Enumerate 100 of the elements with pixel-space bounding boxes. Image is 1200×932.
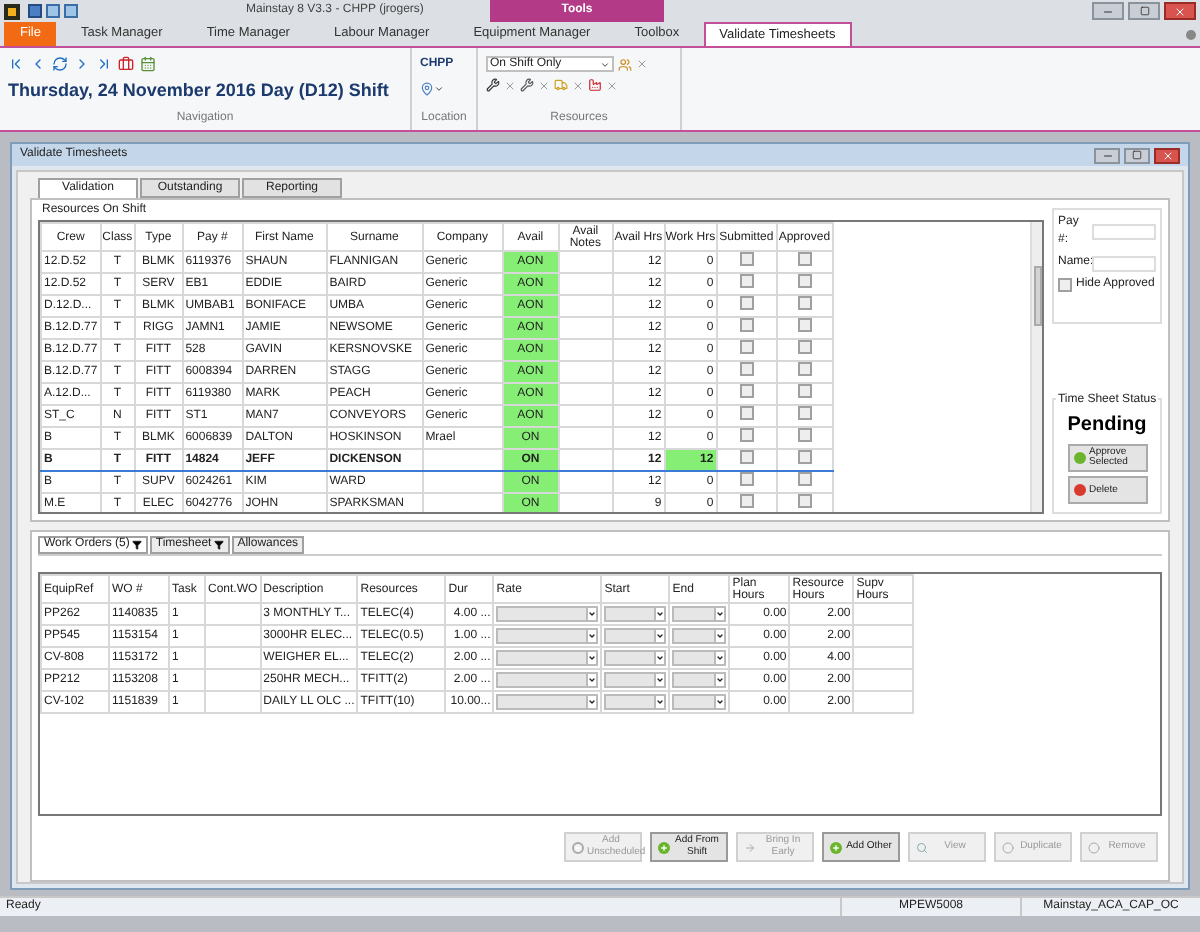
clear-icon[interactable] bbox=[606, 79, 618, 91]
dropdown[interactable] bbox=[672, 672, 727, 688]
plus-icon bbox=[571, 841, 583, 853]
checkbox[interactable] bbox=[739, 450, 754, 464]
caret-icon bbox=[656, 676, 665, 684]
close-icon bbox=[1174, 5, 1186, 17]
caret-icon bbox=[588, 676, 597, 684]
checkbox[interactable] bbox=[739, 296, 754, 310]
pay-number-field[interactable] bbox=[1092, 224, 1156, 240]
map-pin-icon bbox=[420, 82, 434, 96]
refresh-icon[interactable] bbox=[52, 56, 68, 72]
checkbox[interactable] bbox=[797, 318, 812, 332]
caret-icon bbox=[600, 59, 610, 69]
checkbox[interactable] bbox=[739, 274, 754, 288]
maximize-button[interactable] bbox=[1124, 147, 1150, 163]
dropdown[interactable] bbox=[672, 628, 727, 644]
checkbox[interactable] bbox=[797, 296, 812, 310]
dropdown[interactable] bbox=[672, 606, 727, 622]
maximize-icon bbox=[1132, 150, 1142, 160]
minimize-button[interactable] bbox=[1092, 2, 1124, 20]
factory-icon[interactable] bbox=[588, 78, 602, 92]
dropdown[interactable] bbox=[672, 650, 727, 666]
first-icon[interactable] bbox=[8, 56, 24, 72]
dropdown[interactable] bbox=[604, 694, 667, 710]
dropdown[interactable] bbox=[604, 650, 667, 666]
checkbox[interactable] bbox=[739, 428, 754, 442]
filter-icon bbox=[131, 540, 142, 550]
briefcase-icon[interactable] bbox=[118, 56, 134, 72]
minimize-icon bbox=[1102, 5, 1114, 17]
caret-icon bbox=[656, 632, 665, 640]
checkbox[interactable] bbox=[739, 318, 754, 332]
calendar-icon[interactable] bbox=[140, 56, 156, 72]
checkbox[interactable] bbox=[797, 406, 812, 420]
dropdown[interactable] bbox=[604, 628, 667, 644]
app-logo-icon bbox=[4, 3, 20, 19]
truck-icon[interactable] bbox=[554, 78, 568, 92]
last-icon[interactable] bbox=[96, 56, 112, 72]
maximize-button[interactable] bbox=[1128, 2, 1160, 20]
close-button[interactable] bbox=[1164, 2, 1196, 20]
close-icon bbox=[1161, 149, 1173, 161]
checkbox[interactable] bbox=[797, 362, 812, 376]
shift-date-title: Thursday, 24 November 2016 Day (D12) Shift bbox=[8, 80, 389, 102]
dropdown[interactable] bbox=[672, 694, 727, 710]
caret-icon bbox=[716, 676, 725, 684]
clear-icon[interactable] bbox=[538, 79, 550, 91]
circle-icon bbox=[1087, 841, 1099, 853]
next-icon[interactable] bbox=[74, 56, 90, 72]
caret-icon bbox=[716, 632, 725, 640]
checkbox[interactable] bbox=[797, 472, 812, 486]
save-icon[interactable] bbox=[28, 4, 42, 18]
caret-icon bbox=[716, 610, 725, 618]
caret-icon bbox=[656, 654, 665, 662]
clear-icon[interactable] bbox=[572, 79, 584, 91]
previous-icon[interactable] bbox=[30, 56, 46, 72]
checkbox[interactable] bbox=[739, 362, 754, 376]
filter-icon bbox=[213, 540, 224, 550]
checkbox[interactable] bbox=[739, 340, 754, 354]
clear-icon[interactable] bbox=[504, 79, 516, 91]
dropdown[interactable] bbox=[496, 606, 599, 622]
wrench-icon[interactable] bbox=[486, 78, 500, 92]
dropdown[interactable] bbox=[496, 650, 599, 666]
search-icon bbox=[915, 841, 927, 853]
circle-icon bbox=[1001, 841, 1013, 853]
checkbox[interactable] bbox=[739, 472, 754, 486]
checkbox[interactable] bbox=[797, 450, 812, 464]
plus-icon bbox=[657, 841, 669, 853]
dropdown[interactable] bbox=[604, 606, 667, 622]
caret-icon bbox=[588, 698, 597, 706]
checkbox[interactable] bbox=[797, 384, 812, 398]
caret-icon bbox=[716, 698, 725, 706]
close-button[interactable] bbox=[1154, 147, 1180, 163]
minimize-button[interactable] bbox=[1094, 147, 1120, 163]
checkbox[interactable] bbox=[739, 494, 754, 508]
caret-icon bbox=[656, 610, 665, 618]
caret-icon bbox=[588, 654, 597, 662]
checkbox[interactable] bbox=[739, 252, 754, 266]
clear-icon[interactable] bbox=[636, 58, 648, 70]
status-text: Pending bbox=[1067, 412, 1147, 440]
checkbox[interactable] bbox=[797, 340, 812, 354]
checkbox[interactable] bbox=[797, 252, 812, 266]
checkbox[interactable] bbox=[797, 274, 812, 288]
minimize-icon bbox=[1101, 149, 1113, 161]
dropdown[interactable] bbox=[496, 672, 599, 688]
caret-icon bbox=[588, 610, 597, 618]
checkbox[interactable] bbox=[797, 428, 812, 442]
dropdown[interactable] bbox=[496, 694, 599, 710]
people-icon[interactable] bbox=[618, 57, 632, 71]
caret-icon bbox=[716, 654, 725, 662]
checkbox[interactable] bbox=[797, 494, 812, 508]
dropdown[interactable] bbox=[604, 672, 667, 688]
wrench-icon[interactable] bbox=[520, 78, 534, 92]
scrollbar[interactable] bbox=[1030, 222, 1042, 512]
checkbox[interactable] bbox=[1058, 278, 1072, 292]
checkbox[interactable] bbox=[739, 384, 754, 398]
arrow-icon bbox=[743, 841, 755, 853]
maximize-icon bbox=[1139, 6, 1149, 16]
dropdown[interactable] bbox=[496, 628, 599, 644]
checkbox[interactable] bbox=[739, 406, 754, 420]
name-field[interactable] bbox=[1092, 255, 1156, 271]
caret-icon bbox=[434, 84, 444, 94]
